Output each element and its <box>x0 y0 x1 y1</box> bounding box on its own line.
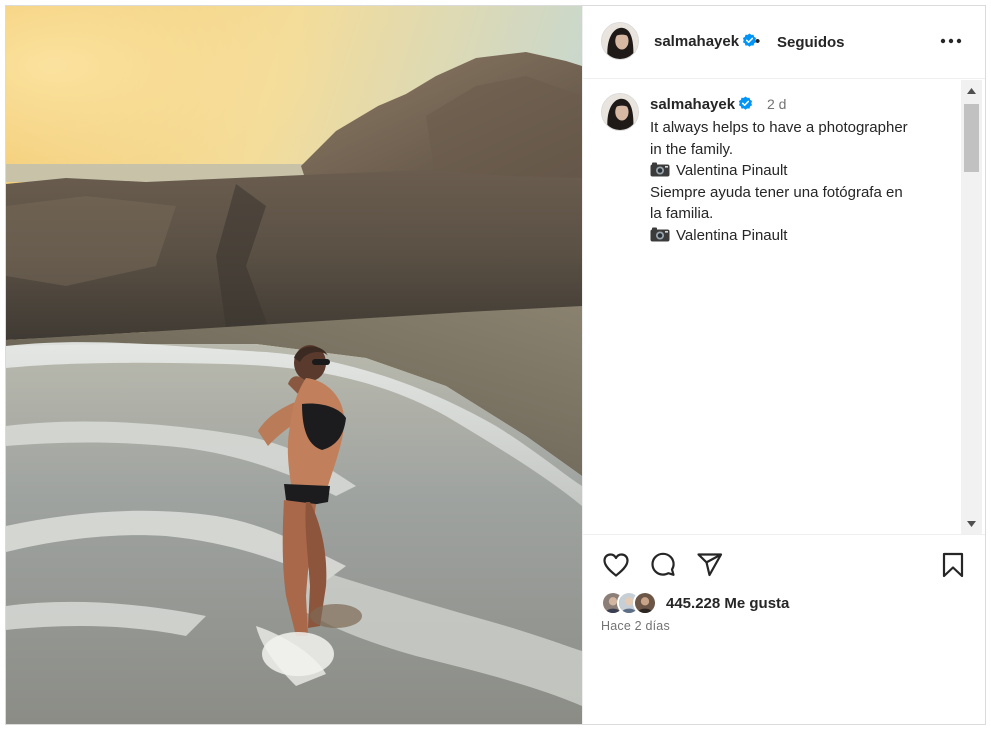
post-header: salmahayek • Seguidos <box>583 6 985 79</box>
comments-area[interactable]: salmahayek 2 d It always helps to have a… <box>583 80 985 535</box>
following-button[interactable]: Seguidos <box>777 34 845 51</box>
heart-icon[interactable] <box>601 550 631 580</box>
comments-scrollbar[interactable] <box>961 80 982 534</box>
camera-emoji-icon <box>650 162 670 177</box>
caption-credit: Valentina Pinault <box>650 225 950 247</box>
camera-emoji-icon <box>650 227 670 242</box>
scrollbar-thumb[interactable] <box>964 104 979 172</box>
bookmark-icon[interactable] <box>938 550 968 580</box>
caption-line: la familia. <box>650 205 714 222</box>
caption-credit-text: Valentina Pinault <box>676 226 788 244</box>
likes-count[interactable]: 445.228 Me gusta <box>666 595 789 612</box>
more-options-icon[interactable] <box>938 30 964 52</box>
caption-line: Siempre ayuda tener una fotógrafa en <box>650 183 903 201</box>
send-icon[interactable] <box>695 550 725 580</box>
caption-avatar[interactable] <box>601 93 639 131</box>
caption-time[interactable]: 2 d <box>767 96 786 112</box>
header-separator: • <box>755 33 761 50</box>
post-dialog: salmahayek • Seguidos salmahayek 2 d It … <box>5 5 986 725</box>
caption-text: It always helps to have a photographer i… <box>650 117 950 246</box>
author-username-text[interactable]: salmahayek <box>654 33 739 50</box>
caption-username[interactable]: salmahayek <box>650 96 753 113</box>
caption-avatar-image <box>602 94 638 130</box>
scroll-down-arrow-icon[interactable] <box>961 515 982 533</box>
caption-credit-text: Valentina Pinault <box>676 162 788 179</box>
post-timestamp[interactable]: Hace 2 días <box>601 619 670 633</box>
likes-row: 445.228 Me gusta <box>601 591 961 617</box>
action-bar <box>583 536 985 586</box>
scroll-up-arrow-icon[interactable] <box>961 82 982 100</box>
author-avatar-image <box>602 23 638 59</box>
post-photo[interactable] <box>6 6 582 724</box>
author-avatar[interactable] <box>601 22 639 60</box>
caption-credit: Valentina Pinault <box>650 160 950 182</box>
caption-line: It always helps to have a photographer <box>650 119 908 136</box>
verified-badge-icon <box>738 96 753 111</box>
author-username[interactable]: salmahayek <box>654 33 757 50</box>
post-side-panel: salmahayek • Seguidos salmahayek 2 d It … <box>582 6 985 724</box>
caption-username-text[interactable]: salmahayek <box>650 96 735 113</box>
beach-photo <box>6 6 582 724</box>
liker-avatar <box>633 591 657 615</box>
comment-icon[interactable] <box>648 550 678 580</box>
caption-line: in the family. <box>650 140 734 158</box>
